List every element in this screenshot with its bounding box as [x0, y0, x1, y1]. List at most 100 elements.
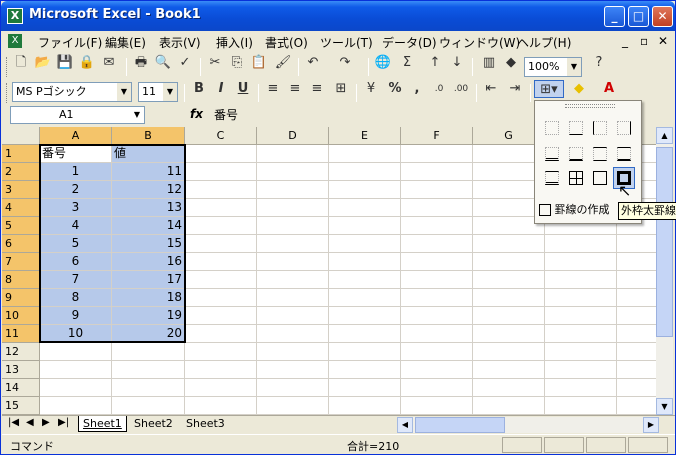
menu-tools[interactable]: ツール(T): [320, 34, 373, 51]
grid-cell[interactable]: [401, 181, 473, 199]
doc-minimize-button[interactable]: _: [622, 34, 628, 48]
bottom-double-border-icon[interactable]: [541, 143, 563, 165]
maximize-button[interactable]: □: [628, 6, 649, 27]
column-header-c[interactable]: C: [185, 127, 257, 145]
grid-cell[interactable]: [545, 325, 617, 343]
select-all-corner[interactable]: [2, 127, 40, 145]
no-border-icon[interactable]: [541, 117, 563, 139]
grid-cell[interactable]: [617, 397, 656, 415]
grid-cell[interactable]: [473, 343, 545, 361]
last-sheet-icon[interactable]: ▶|: [58, 417, 69, 428]
grid-cell[interactable]: 1: [40, 163, 112, 181]
grid-cell[interactable]: [329, 289, 401, 307]
cut-icon[interactable]: ✂: [206, 54, 224, 72]
vertical-scroll-thumb[interactable]: [656, 147, 673, 337]
menu-view[interactable]: 表示(V): [159, 34, 201, 51]
undo-icon[interactable]: ↶: [304, 54, 322, 72]
grid-cell[interactable]: [257, 145, 329, 163]
row-header[interactable]: 2: [2, 163, 40, 181]
row-header[interactable]: 14: [2, 379, 40, 397]
grid-cell[interactable]: [401, 397, 473, 415]
grid-cell[interactable]: [112, 343, 185, 361]
grid-cell[interactable]: [617, 307, 656, 325]
grid-cell[interactable]: [185, 289, 257, 307]
menu-insert[interactable]: 挿入(I): [216, 34, 253, 51]
grid-cell[interactable]: 2: [40, 181, 112, 199]
grid-cell[interactable]: 14: [112, 217, 185, 235]
grid-cell[interactable]: [40, 343, 112, 361]
scroll-left-icon[interactable]: ◀: [397, 417, 413, 433]
grid-cell[interactable]: [401, 163, 473, 181]
left-border-icon[interactable]: [589, 117, 611, 139]
grid-cell[interactable]: [185, 217, 257, 235]
grid-cell[interactable]: [185, 163, 257, 181]
grid-cell[interactable]: 10: [40, 325, 112, 343]
scroll-up-icon[interactable]: ▲: [656, 127, 673, 144]
grid-cell[interactable]: [617, 271, 656, 289]
percent-button[interactable]: %: [386, 80, 404, 98]
grid-cell[interactable]: 19: [112, 307, 185, 325]
top-double-bottom-border-icon[interactable]: [541, 167, 563, 189]
grid-cell[interactable]: 4: [40, 217, 112, 235]
grid-cell[interactable]: [473, 307, 545, 325]
grid-cell[interactable]: [329, 307, 401, 325]
open-icon[interactable]: 📂: [34, 54, 52, 72]
name-box[interactable]: A1 ▼: [10, 106, 145, 124]
grid-cell[interactable]: [401, 217, 473, 235]
grid-cell[interactable]: [112, 397, 185, 415]
spelling-icon[interactable]: ✓: [176, 54, 194, 72]
grid-cell[interactable]: [617, 235, 656, 253]
grid-cell[interactable]: [545, 379, 617, 397]
column-header-b[interactable]: B: [112, 127, 185, 145]
grid-cell[interactable]: [617, 289, 656, 307]
chevron-down-icon[interactable]: ▼: [130, 107, 144, 123]
font-color-icon[interactable]: A: [600, 80, 618, 98]
grid-cell[interactable]: [257, 379, 329, 397]
redo-icon[interactable]: ↷: [336, 54, 354, 72]
font-name-combo[interactable]: MS Pゴシック ▼: [12, 82, 132, 102]
currency-icon[interactable]: ¥: [362, 80, 380, 98]
grid-cell[interactable]: [329, 163, 401, 181]
drawing-icon[interactable]: ◆: [502, 54, 520, 72]
hyperlink-icon[interactable]: 🌐: [374, 54, 392, 72]
grid-cell[interactable]: [257, 397, 329, 415]
grid-cell[interactable]: [185, 307, 257, 325]
merge-center-icon[interactable]: ⊞: [332, 80, 350, 98]
sheet-tab-sheet2[interactable]: Sheet2: [130, 416, 177, 432]
grid-cell[interactable]: 20: [112, 325, 185, 343]
grid-cell[interactable]: [257, 235, 329, 253]
grid-cell[interactable]: [401, 325, 473, 343]
grid-cell[interactable]: [329, 397, 401, 415]
toolbar-grip[interactable]: [6, 57, 9, 77]
format-painter-icon[interactable]: 🖌: [274, 54, 292, 72]
comma-button[interactable]: ,: [408, 80, 426, 98]
grid-cell[interactable]: [185, 199, 257, 217]
grid-cell[interactable]: [545, 343, 617, 361]
grid-cell[interactable]: [329, 379, 401, 397]
top-thick-bottom-border-icon[interactable]: [613, 143, 635, 165]
grid-cell[interactable]: [401, 379, 473, 397]
grid-cell[interactable]: [545, 253, 617, 271]
row-header[interactable]: 1: [2, 145, 40, 163]
grid-cell[interactable]: [185, 145, 257, 163]
grid-cell[interactable]: [329, 253, 401, 271]
grid-cell[interactable]: [401, 361, 473, 379]
fx-icon[interactable]: fx: [190, 107, 203, 121]
grid-cell[interactable]: [473, 397, 545, 415]
row-header[interactable]: 8: [2, 271, 40, 289]
column-header-e[interactable]: E: [329, 127, 401, 145]
horizontal-scrollbar[interactable]: ◀ ▶: [397, 417, 659, 433]
formula-content[interactable]: 番号: [214, 106, 238, 123]
row-header[interactable]: 6: [2, 235, 40, 253]
menu-format[interactable]: 書式(O): [265, 34, 308, 51]
menu-edit[interactable]: 編集(E): [105, 34, 146, 51]
row-header[interactable]: 3: [2, 181, 40, 199]
grid-cell[interactable]: [257, 181, 329, 199]
grid-cell[interactable]: [473, 271, 545, 289]
next-sheet-icon[interactable]: ▶: [42, 417, 50, 428]
paste-icon[interactable]: 📋: [250, 54, 268, 72]
toolbar-grip[interactable]: [6, 83, 9, 103]
grid-cell[interactable]: [40, 379, 112, 397]
grid-cell[interactable]: [112, 379, 185, 397]
align-right-icon[interactable]: ≡: [308, 80, 326, 98]
